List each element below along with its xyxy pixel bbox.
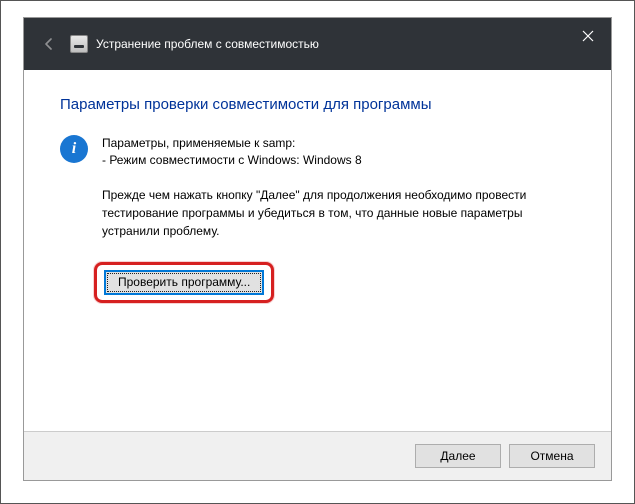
- wizard-window: Устранение проблем с совместимостью Пара…: [23, 17, 612, 481]
- footer-bar: Далее Отмена: [24, 431, 611, 480]
- back-button[interactable]: [38, 33, 60, 55]
- cancel-button[interactable]: Отмена: [509, 444, 595, 468]
- info-row: i Параметры, применяемые к samp: - Режим…: [60, 135, 575, 170]
- content-area: Параметры проверки совместимости для про…: [24, 70, 611, 431]
- window-title: Устранение проблем с совместимостью: [96, 37, 319, 51]
- titlebar: Устранение проблем с совместимостью: [24, 18, 611, 70]
- info-icon: i: [60, 135, 88, 163]
- test-program-button[interactable]: Проверить программу...: [104, 270, 264, 295]
- instruction-text: Прежде чем нажать кнопку "Далее" для про…: [102, 186, 532, 240]
- app-icon: [70, 35, 88, 53]
- annotation-highlight: Проверить программу...: [94, 262, 274, 303]
- info-line-1: Параметры, применяемые к samp:: [102, 135, 362, 152]
- next-button[interactable]: Далее: [415, 444, 501, 468]
- info-line-2: - Режим совместимости с Windows: Windows…: [102, 152, 362, 169]
- info-text: Параметры, применяемые к samp: - Режим с…: [102, 135, 362, 170]
- page-heading: Параметры проверки совместимости для про…: [60, 96, 575, 113]
- close-button[interactable]: [565, 18, 611, 54]
